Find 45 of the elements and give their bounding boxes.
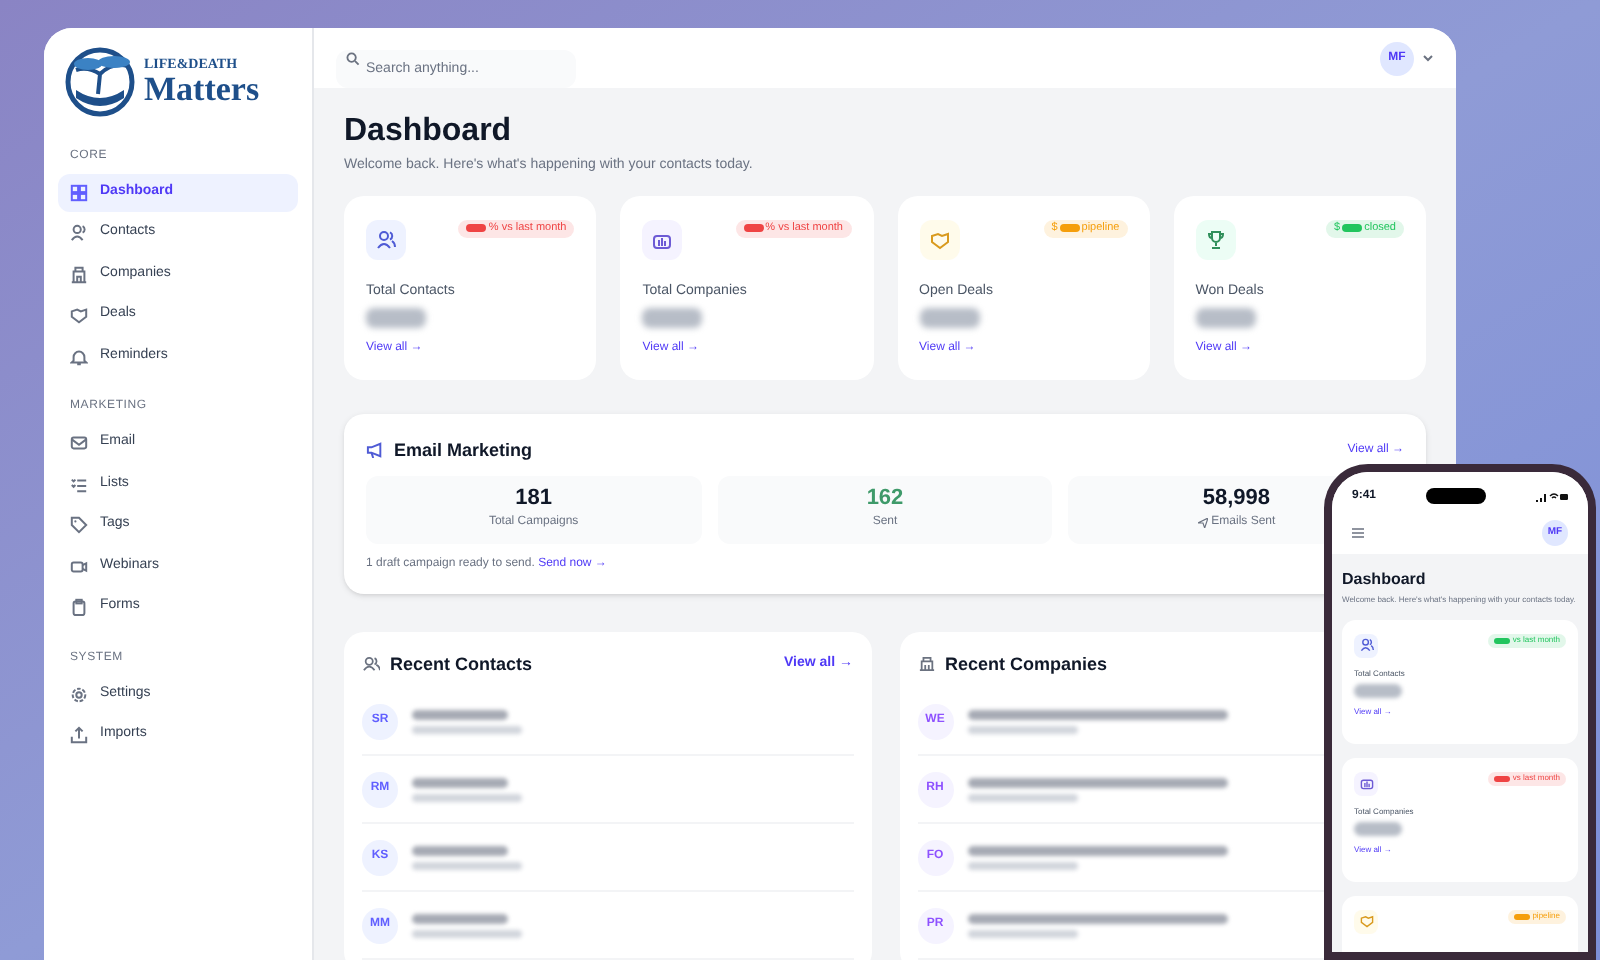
send-icon [1197,518,1208,528]
blurred-value [1354,821,1402,836]
upload-icon [70,726,88,744]
status-icons [1535,491,1568,501]
blurred-value [642,308,703,328]
menu-icon[interactable] [1352,528,1364,538]
page-title: Dashboard [344,116,514,148]
card-title: Recent Contacts [390,651,533,677]
blurred-name [412,913,508,923]
people-icon [362,656,380,673]
stat-value: 181 [515,488,552,510]
list-icon [70,475,88,493]
people-icon [70,224,88,242]
bell-icon [70,347,88,365]
card-title: Email Marketing [394,437,533,464]
stat-value: 162 [866,488,904,510]
building-icon [70,265,88,283]
mail-icon [70,434,88,452]
blurred-value [1195,308,1256,328]
building-icon [917,656,935,673]
megaphone-icon [366,442,384,459]
blurred-name [412,777,508,787]
blurred-name [412,845,508,855]
tag-icon [70,516,88,534]
page-title: Dashboard [1342,568,1428,592]
blurred-name [412,709,508,719]
video-icon [70,557,88,575]
blurred-value [919,308,979,328]
people-icon [1354,633,1378,658]
chart-icon [642,219,683,259]
trophy-icon [1195,219,1236,259]
logo-text: Matters [144,72,260,106]
settings-icon [70,685,88,703]
grid-icon [70,183,88,201]
blurred-value [1354,683,1402,698]
dynamic-island [1426,488,1486,504]
chart-icon [1354,771,1378,796]
people-icon [366,219,406,259]
clipboard-icon [70,598,88,616]
tree-logo-icon [64,46,136,118]
card-title: Recent Companies [945,651,1108,678]
blurred-value [366,308,426,328]
chevron-down-icon[interactable] [1422,54,1434,62]
search-icon [346,51,360,65]
stat-value: 58,998 [1202,488,1270,510]
